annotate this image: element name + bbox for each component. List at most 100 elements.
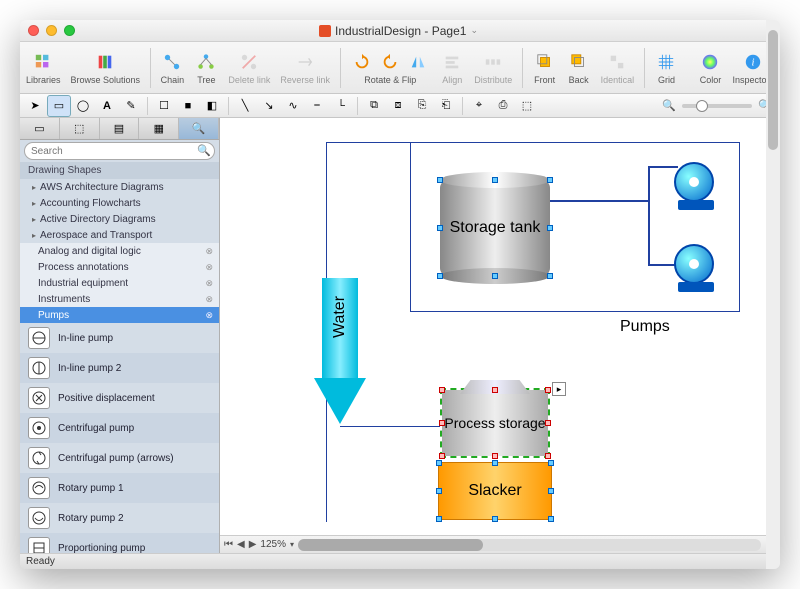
category-item[interactable]: Analog and digital logic⊗ (20, 243, 219, 259)
chevron-down-icon[interactable]: ⌄ (470, 25, 478, 36)
pen-tool[interactable]: ✎ (120, 96, 142, 116)
zoom-value[interactable]: 125% (260, 539, 286, 550)
shape-item[interactable]: Rotary pump 1 (20, 473, 219, 503)
search-input[interactable] (24, 142, 215, 160)
reverse-link-label: Reverse link (280, 75, 330, 85)
sb-tab-5[interactable]: 🔍 (179, 118, 219, 139)
shape-item[interactable]: Positive displacement (20, 383, 219, 413)
category-item[interactable]: ▸Aerospace and Transport (20, 227, 219, 243)
close-icon[interactable] (28, 25, 39, 36)
app-icon (319, 25, 331, 37)
sidebar-tabs: ▭ ⬚ ▤ ▦ 🔍 (20, 118, 219, 140)
process-storage-shape[interactable]: Process storage ▸ (440, 388, 550, 458)
ellipse-tool[interactable]: ◯ (72, 96, 94, 116)
grid-button[interactable] (654, 50, 678, 74)
maximize-icon[interactable] (64, 25, 75, 36)
main-toolbar: Libraries Browse Solutions Chain Tree De… (20, 42, 780, 94)
lock-tool[interactable]: ⎘ (411, 96, 433, 116)
text-tool[interactable]: A (96, 96, 118, 116)
sb-tab-3[interactable]: ▤ (100, 118, 140, 139)
app-window: IndustrialDesign - Page1 ⌄ Libraries Bro… (20, 20, 780, 569)
pump-shape-2[interactable] (674, 244, 724, 288)
canvas-area: Storage tank Pumps Water (220, 118, 780, 553)
shape-name: In-line pump 2 (58, 363, 121, 374)
distribute-label: Distribute (474, 75, 512, 85)
back-label: Back (569, 75, 589, 85)
color-button[interactable] (698, 50, 722, 74)
minimize-icon[interactable] (46, 25, 57, 36)
h-scrollbar-row: ⏮ ◀ ▶ 125% ▾ ▯▯▯ (220, 535, 780, 553)
shape-icon (28, 387, 50, 409)
libraries-button[interactable] (31, 50, 55, 74)
back-button[interactable] (567, 50, 591, 74)
print-tool[interactable]: ⎙ (492, 96, 514, 116)
shape-item[interactable]: Centrifugal pump (arrows) (20, 443, 219, 473)
zoom-out-icon[interactable]: 🔍 (658, 96, 680, 116)
rotate-left-button[interactable] (350, 50, 374, 74)
shape-icon (28, 537, 50, 553)
category-item[interactable]: Instruments⊗ (20, 291, 219, 307)
group-tool[interactable]: ⧉ (363, 96, 385, 116)
shape-item[interactable]: Centrifugal pump (20, 413, 219, 443)
arrow-tool[interactable]: ↘ (258, 96, 280, 116)
page-next-icon[interactable]: ▶ (249, 539, 257, 550)
category-item[interactable]: Process annotations⊗ (20, 259, 219, 275)
elbow-tool[interactable]: └ (330, 96, 352, 116)
distribute-button[interactable] (481, 50, 505, 74)
sb-tab-4[interactable]: ▦ (139, 118, 179, 139)
sb-tab-1[interactable]: ▭ (20, 118, 60, 139)
align-button[interactable] (440, 50, 464, 74)
shape-item[interactable]: In-line pump 2 (20, 353, 219, 383)
snap-tool[interactable]: ⌖ (468, 96, 490, 116)
fill-none-tool[interactable]: ☐ (153, 96, 175, 116)
zoom-slider[interactable] (682, 104, 752, 108)
unlock-tool[interactable]: ⎗ (435, 96, 457, 116)
category-item[interactable]: ▸Active Directory Diagrams (20, 211, 219, 227)
category-item[interactable]: Industrial equipment⊗ (20, 275, 219, 291)
align-label: Align (442, 75, 462, 85)
identical-button[interactable] (605, 50, 629, 74)
shape-item[interactable]: Proportioning pump (20, 533, 219, 553)
canvas[interactable]: Storage tank Pumps Water (220, 118, 780, 535)
inspectors-button[interactable]: i (741, 50, 765, 74)
connector-tool[interactable]: ⎯ (306, 96, 328, 116)
curve-tool[interactable]: ∿ (282, 96, 304, 116)
rect-tool[interactable]: ▭ (48, 96, 70, 116)
rotate-right-button[interactable] (378, 50, 402, 74)
slacker-shape[interactable]: Slacker (438, 462, 552, 520)
shape-icon (28, 447, 50, 469)
export-tool[interactable]: ⬚ (516, 96, 538, 116)
storage-tank-shape[interactable]: Storage tank (440, 180, 550, 276)
browse-solutions-button[interactable] (93, 50, 117, 74)
flip-button[interactable] (406, 50, 430, 74)
color-label: Color (700, 75, 722, 85)
vscrollbar[interactable] (766, 118, 780, 553)
ungroup-tool[interactable]: ⧈ (387, 96, 409, 116)
fill-black-tool[interactable]: ■ (177, 96, 199, 116)
front-button[interactable] (533, 50, 557, 74)
chain-label: Chain (161, 75, 185, 85)
category-item[interactable]: ▸Accounting Flowcharts (20, 195, 219, 211)
reverse-link-button[interactable] (293, 50, 317, 74)
category-item[interactable]: ▸AWS Architecture Diagrams (20, 179, 219, 195)
fill-more-tool[interactable]: ◧ (201, 96, 223, 116)
water-arrow-shape[interactable]: Water (314, 278, 366, 428)
shape-item[interactable]: In-line pump (20, 323, 219, 353)
category-item-selected[interactable]: Pumps⊗ (20, 307, 219, 323)
hscrollbar[interactable] (298, 539, 761, 551)
sb-tab-2[interactable]: ⬚ (60, 118, 100, 139)
pointer-tool[interactable]: ➤ (24, 96, 46, 116)
identical-label: Identical (601, 75, 635, 85)
delete-link-button[interactable] (237, 50, 261, 74)
chevron-down-icon[interactable]: ▾ (290, 540, 294, 549)
chain-button[interactable] (160, 50, 184, 74)
tree-button[interactable] (194, 50, 218, 74)
pump-shape-1[interactable] (674, 162, 724, 206)
storage-tank-label: Storage tank (440, 180, 550, 276)
line-tool[interactable]: ╲ (234, 96, 256, 116)
page-prev-icon[interactable]: ◀ (237, 539, 245, 550)
shape-item[interactable]: Rotary pump 2 (20, 503, 219, 533)
page-first-icon[interactable]: ⏮ (224, 539, 233, 550)
play-icon[interactable]: ▸ (552, 382, 566, 396)
window-title: IndustrialDesign - Page1 ⌄ (75, 24, 722, 38)
